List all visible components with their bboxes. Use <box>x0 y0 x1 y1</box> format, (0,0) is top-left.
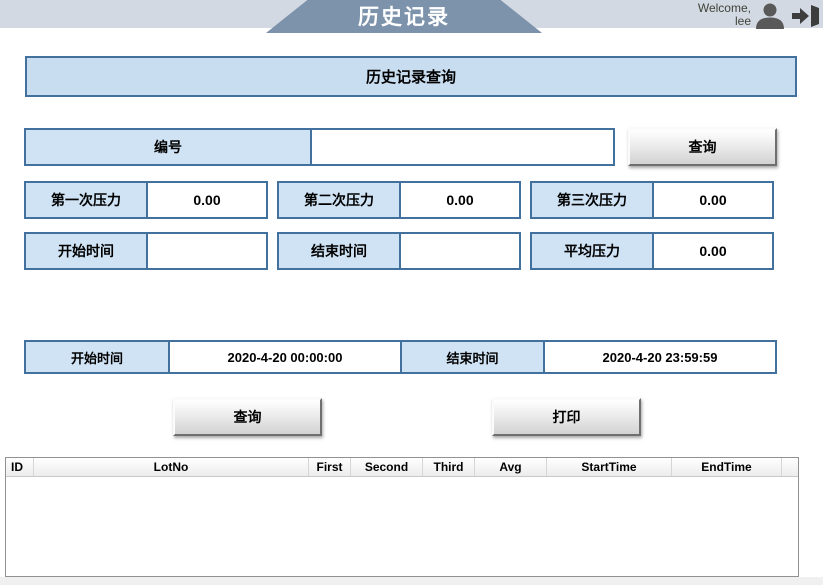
end-time-value <box>401 234 519 268</box>
page-title: 历史记录 <box>358 1 450 33</box>
lot-number-label: 编号 <box>26 130 312 164</box>
start-time-value <box>148 234 266 268</box>
query-panel-title: 历史记录查询 <box>25 56 797 97</box>
field-avg-pressure: 平均压力 0.00 <box>530 232 774 270</box>
page-banner: 历史记录 <box>266 0 542 33</box>
results-table-header: ID LotNo First Second Third Avg StartTim… <box>6 458 798 477</box>
col-header-third: Third <box>423 458 475 476</box>
range-start-value[interactable]: 2020-4-20 00:00:00 <box>170 342 402 372</box>
range-query-button[interactable]: 查询 <box>173 398 322 436</box>
results-table-body <box>6 477 798 576</box>
welcome-text: Welcome, lee <box>698 2 751 28</box>
col-header-filler <box>782 458 798 476</box>
lot-number-group: 编号 <box>24 128 615 166</box>
first-pressure-label: 第一次压力 <box>26 183 148 217</box>
field-start-time: 开始时间 <box>24 232 268 270</box>
logout-icon[interactable] <box>792 5 819 27</box>
third-pressure-label: 第三次压力 <box>532 183 654 217</box>
col-header-first: First <box>309 458 351 476</box>
range-end-label: 结束时间 <box>402 342 545 372</box>
second-pressure-value: 0.00 <box>401 183 519 217</box>
col-header-endtime: EndTime <box>672 458 782 476</box>
field-first-pressure: 第一次压力 0.00 <box>24 181 268 219</box>
field-third-pressure: 第三次压力 0.00 <box>530 181 774 219</box>
avg-pressure-label: 平均压力 <box>532 234 654 268</box>
lot-search-button[interactable]: 查询 <box>628 128 777 166</box>
avg-pressure-value: 0.00 <box>654 234 772 268</box>
col-header-second: Second <box>351 458 423 476</box>
history-screen: 历史记录 Welcome, lee 历史记录查询 编号 查询 第一次压力 0.0… <box>0 0 823 585</box>
range-start-label: 开始时间 <box>26 342 170 372</box>
col-header-starttime: StartTime <box>547 458 672 476</box>
field-second-pressure: 第二次压力 0.00 <box>277 181 521 219</box>
results-table: ID LotNo First Second Third Avg StartTim… <box>5 457 799 577</box>
col-header-id: ID <box>6 458 34 476</box>
range-end-value[interactable]: 2020-4-20 23:59:59 <box>545 342 775 372</box>
lot-number-input[interactable] <box>312 130 613 164</box>
start-time-label: 开始时间 <box>26 234 148 268</box>
third-pressure-value: 0.00 <box>654 183 772 217</box>
user-icon <box>753 3 787 29</box>
bottom-strip <box>0 577 823 585</box>
col-header-avg: Avg <box>475 458 547 476</box>
print-button[interactable]: 打印 <box>492 398 641 436</box>
end-time-label: 结束时间 <box>279 234 401 268</box>
field-end-time: 结束时间 <box>277 232 521 270</box>
welcome-username: lee <box>698 15 751 28</box>
second-pressure-label: 第二次压力 <box>279 183 401 217</box>
first-pressure-value: 0.00 <box>148 183 266 217</box>
col-header-lotno: LotNo <box>34 458 309 476</box>
date-range-bar: 开始时间 2020-4-20 00:00:00 结束时间 2020-4-20 2… <box>24 340 777 374</box>
